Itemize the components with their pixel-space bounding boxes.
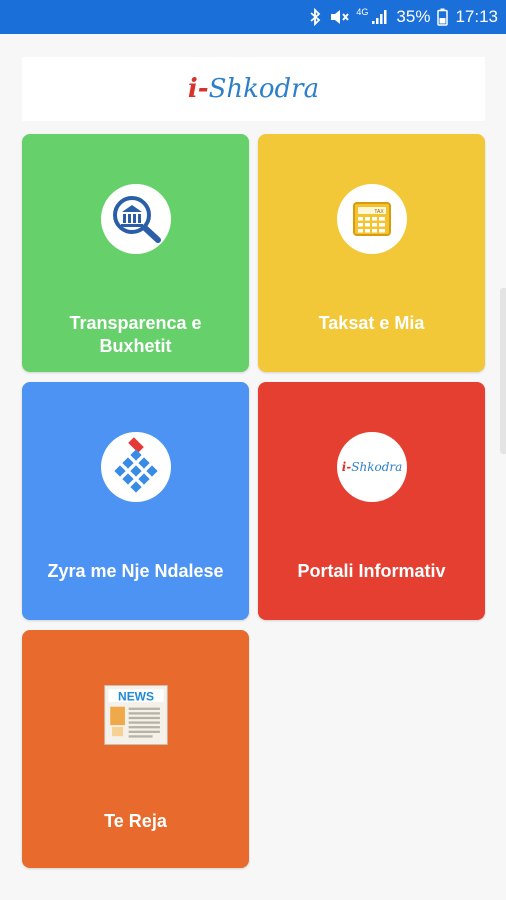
clock-time: 17:13 bbox=[455, 7, 498, 26]
status-bar: 4G 35% 17:13 bbox=[0, 0, 506, 34]
tile-label: Transparenca e Buxhetit bbox=[69, 313, 202, 356]
news-tag: NEWS bbox=[118, 689, 154, 703]
calculator-tag: TAX bbox=[374, 209, 384, 215]
app-logo: i-Shkodra bbox=[188, 74, 319, 104]
battery-percent: 35% bbox=[396, 7, 431, 26]
bank-search-icon bbox=[100, 184, 171, 254]
status-icons: 4G 35% 17:13 bbox=[308, 0, 498, 34]
i-shkodra-logo-icon: i-Shkodra bbox=[336, 432, 407, 502]
tile-label: Taksat e Mia bbox=[318, 313, 425, 333]
portal-logo-name: Shkodra bbox=[351, 460, 402, 474]
tile-zyra[interactable]: Zyra me Nje Ndalese bbox=[22, 382, 249, 620]
app-header: i-Shkodra bbox=[22, 57, 485, 121]
tile-taksat[interactable]: TAX Taksat e Mia bbox=[258, 134, 485, 372]
logo-name: Shkodra bbox=[208, 74, 320, 104]
network-type-label: 4G bbox=[356, 6, 369, 17]
mute-icon bbox=[329, 8, 350, 26]
tile-te-reja[interactable]: NEWS Te Reja bbox=[22, 630, 249, 868]
tile-label: Te Reja bbox=[104, 811, 167, 831]
signal-icon bbox=[371, 9, 389, 25]
office-grid-icon bbox=[100, 432, 171, 502]
tile-label: Portali Informativ bbox=[297, 561, 446, 581]
portal-logo-prefix: i- bbox=[341, 460, 351, 474]
tile-portali[interactable]: i-Shkodra Portali Informativ bbox=[258, 382, 485, 620]
edge-panel-handle[interactable] bbox=[500, 288, 506, 454]
tile-label: Zyra me Nje Ndalese bbox=[47, 561, 224, 581]
battery-icon bbox=[437, 8, 449, 26]
news-icon: NEWS bbox=[101, 680, 171, 750]
logo-prefix: i- bbox=[187, 74, 209, 104]
calculator-icon: TAX bbox=[336, 184, 407, 254]
svg-text:i-Shkodra: i-Shkodra bbox=[341, 460, 402, 474]
bluetooth-icon bbox=[308, 8, 322, 26]
tile-transparenca[interactable]: Transparenca e Buxhetit bbox=[22, 134, 249, 372]
